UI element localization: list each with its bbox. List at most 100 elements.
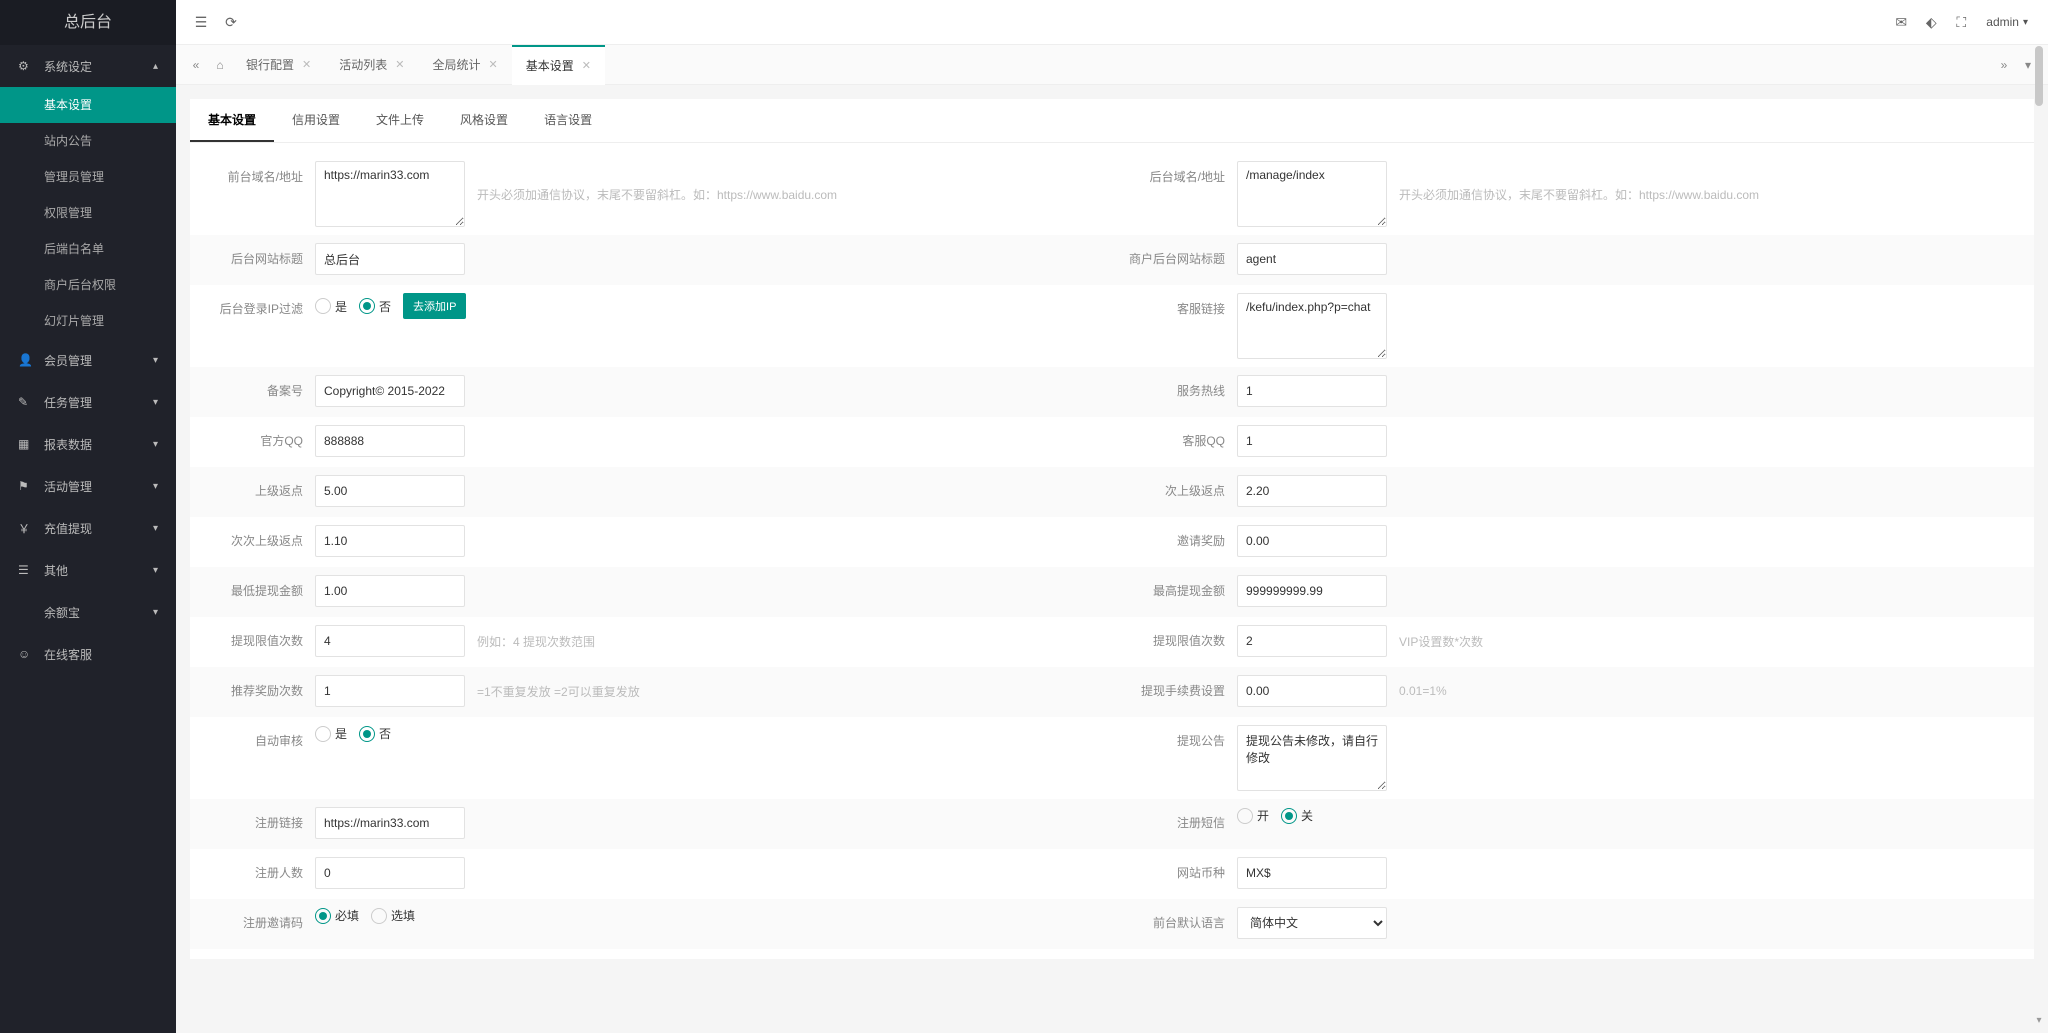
panel-tab-upload[interactable]: 文件上传 (358, 99, 442, 142)
menu-group-label: 报表数据 (44, 436, 92, 453)
rebate-up3-input[interactable] (315, 525, 465, 557)
chevron-up-icon: ▴ (153, 61, 158, 72)
close-icon[interactable]: ✕ (395, 58, 404, 71)
default-lang-select[interactable]: 简体中文 (1237, 907, 1387, 939)
menu-group-title-yuebao[interactable]: 余额宝 ▾ (0, 591, 176, 633)
recommend-cnt-input[interactable] (315, 675, 465, 707)
menu-item-slides[interactable]: 幻灯片管理 (0, 303, 176, 339)
label-auto-audit: 自动审核 (200, 725, 315, 757)
reg-link-input[interactable] (315, 807, 465, 839)
chevron-down-icon: ▾ (153, 565, 158, 576)
front-domain-input[interactable]: https://marin33.com (315, 161, 465, 227)
qq-input[interactable] (315, 425, 465, 457)
user-menu[interactable]: admin ▾ (1976, 15, 2038, 29)
menu-group-label: 任务管理 (44, 394, 92, 411)
close-icon[interactable]: ✕ (302, 58, 311, 71)
menu-item-perm[interactable]: 权限管理 (0, 195, 176, 231)
rebate-up-input[interactable] (315, 475, 465, 507)
label-kefu-qq: 客服QQ (1122, 425, 1237, 457)
withdraw-fee-input[interactable] (1237, 675, 1387, 707)
reg-sms-off-radio[interactable]: 关 (1281, 807, 1313, 824)
menu-group-title-report[interactable]: ▦ 报表数据 ▾ (0, 423, 176, 465)
hotline-input[interactable] (1237, 375, 1387, 407)
tabs-prev-icon[interactable]: « (184, 58, 208, 72)
panel-tab-basic[interactable]: 基本设置 (190, 99, 274, 142)
scrollbar-vertical[interactable]: ▾ (2032, 46, 2046, 1013)
hint-front-domain: 开头必须加通信协议，末尾不要留斜杠。如：https://www.baidu.co… (477, 186, 837, 203)
home-tab-icon[interactable]: ⌂ (208, 58, 232, 72)
refresh-icon[interactable]: ⟳ (216, 14, 246, 31)
panel-tab-credit[interactable]: 信用设置 (274, 99, 358, 142)
back-title-input[interactable] (315, 243, 465, 275)
close-icon[interactable]: ✕ (582, 59, 591, 72)
reg-sms-on-radio[interactable]: 开 (1237, 807, 1269, 824)
invite-reward-input[interactable] (1237, 525, 1387, 557)
beian-input[interactable] (315, 375, 465, 407)
scrollbar-thumb[interactable] (2035, 46, 2043, 106)
reg-invite-opt-radio[interactable]: 选填 (371, 907, 415, 924)
withdraw-min-input[interactable] (315, 575, 465, 607)
menu-group-title-task[interactable]: ✎ 任务管理 ▾ (0, 381, 176, 423)
withdraw-max-input[interactable] (1237, 575, 1387, 607)
label-reg-count: 注册人数 (200, 857, 315, 889)
panel-tabs: 基本设置 信用设置 文件上传 风格设置 语言设置 (190, 99, 2034, 143)
panel-tab-style[interactable]: 风格设置 (442, 99, 526, 142)
add-ip-button[interactable]: 去添加IP (403, 293, 466, 319)
scrollbar-down-icon[interactable]: ▾ (2032, 1015, 2046, 1029)
auto-audit-yes-radio[interactable]: 是 (315, 725, 347, 742)
rebate-up2-input[interactable] (1237, 475, 1387, 507)
topbar: ☰ ⟳ ✉ ⬖ ⛶ admin ▾ (176, 0, 2048, 45)
chevron-down-icon: ▾ (2023, 17, 2028, 28)
menu-group-label: 在线客服 (44, 646, 92, 663)
ip-filter-no-radio[interactable]: 否 (359, 298, 391, 315)
currency-input[interactable] (1237, 857, 1387, 889)
menu-group-title-other[interactable]: ☰ 其他 ▾ (0, 549, 176, 591)
menu-group-title-system[interactable]: ⚙ 系统设定 ▴ (0, 45, 176, 87)
withdraw-notice-input[interactable]: 提现公告未修改，请自行修改 (1237, 725, 1387, 791)
fullscreen-icon[interactable]: ⛶ (1946, 14, 1976, 31)
tag-icon[interactable]: ⬖ (1916, 14, 1946, 31)
reg-count-input[interactable] (315, 857, 465, 889)
chevron-down-icon: ▾ (153, 355, 158, 366)
agent-title-input[interactable] (1237, 243, 1387, 275)
ip-filter-yes-radio[interactable]: 是 (315, 298, 347, 315)
main: ☰ ⟳ ✉ ⬖ ⛶ admin ▾ « ⌂ 银行配置✕ 活动列表✕ 全局统计✕ … (176, 0, 2048, 1033)
menu-item-merchant-perm[interactable]: 商户后台权限 (0, 267, 176, 303)
reg-invite-req-radio[interactable]: 必填 (315, 907, 359, 924)
tab-activity-list[interactable]: 活动列表✕ (325, 45, 418, 85)
menu-group-title-activity[interactable]: ⚑ 活动管理 ▾ (0, 465, 176, 507)
menu-group-title-recharge[interactable]: ￥ 充值提现 ▾ (0, 507, 176, 549)
tabs-next-icon[interactable]: » (1992, 58, 2016, 72)
tab-basic-settings[interactable]: 基本设置✕ (512, 45, 605, 85)
sidebar: 总后台 ⚙ 系统设定 ▴ 基本设置 站内公告 管理员管理 权限管理 后端白名单 … (0, 0, 176, 1033)
hint-withdraw-limit2: VIP设置数*次数 (1399, 633, 1483, 650)
label-agent-title: 商户后台网站标题 (1122, 243, 1237, 275)
settings-panel: 基本设置 信用设置 文件上传 风格设置 语言设置 前台域名/地址 https:/… (190, 99, 2034, 959)
menu-item-whitelist[interactable]: 后端白名单 (0, 231, 176, 267)
menu-group-title-member[interactable]: 👤 会员管理 ▾ (0, 339, 176, 381)
message-icon[interactable]: ✉ (1886, 14, 1916, 31)
menu-group-label: 充值提现 (44, 520, 92, 537)
label-withdraw-limit: 提现限值次数 (200, 625, 315, 657)
tab-global-stats[interactable]: 全局统计✕ (418, 45, 511, 85)
auto-audit-no-radio[interactable]: 否 (359, 725, 391, 742)
kefu-link-input[interactable]: /kefu/index.php?p=chat (1237, 293, 1387, 359)
tab-label: 银行配置 (246, 56, 294, 73)
menu-item-announce[interactable]: 站内公告 (0, 123, 176, 159)
kefu-qq-input[interactable] (1237, 425, 1387, 457)
menu-group-title-kefu[interactable]: ☺ 在线客服 (0, 633, 176, 675)
withdraw-limit-input[interactable] (315, 625, 465, 657)
panel-tab-lang[interactable]: 语言设置 (526, 99, 610, 142)
hint-recommend-cnt: =1不重复发放 =2可以重复发放 (477, 683, 640, 700)
menu-item-basic-settings[interactable]: 基本设置 (0, 87, 176, 123)
tab-bank-config[interactable]: 银行配置 ✕ (232, 45, 325, 85)
menu-toggle-icon[interactable]: ☰ (186, 14, 216, 31)
back-domain-input[interactable]: /manage/index (1237, 161, 1387, 227)
label-hotline: 服务热线 (1122, 375, 1237, 407)
close-icon[interactable]: ✕ (488, 58, 497, 71)
headset-icon: ☺ (18, 647, 34, 661)
chevron-down-icon: ▾ (153, 481, 158, 492)
menu-item-admin[interactable]: 管理员管理 (0, 159, 176, 195)
menu-group-system: ⚙ 系统设定 ▴ 基本设置 站内公告 管理员管理 权限管理 后端白名单 商户后台… (0, 45, 176, 339)
withdraw-limit2-input[interactable] (1237, 625, 1387, 657)
